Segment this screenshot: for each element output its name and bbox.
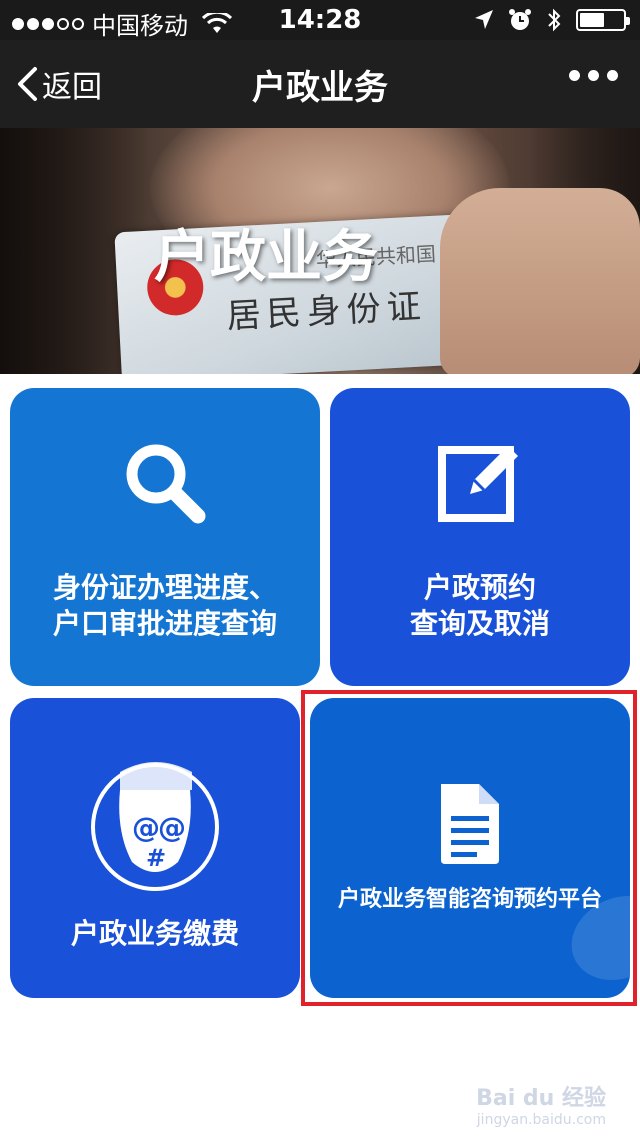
location-icon bbox=[475, 10, 493, 29]
document-icon bbox=[310, 782, 630, 866]
svg-text:@: @ bbox=[132, 811, 160, 844]
battery-icon bbox=[576, 9, 630, 31]
back-button[interactable]: 返回 bbox=[16, 62, 102, 106]
status-right bbox=[474, 8, 630, 32]
more-options-button[interactable] bbox=[569, 70, 618, 81]
appointment-query-cancel-tile[interactable]: 户政预约 查询及取消 bbox=[330, 388, 630, 686]
edit-icon bbox=[330, 434, 630, 526]
smart-consultation-platform-tile[interactable]: 户政业务智能咨询预约平台 bbox=[310, 698, 630, 998]
back-label: 返回 bbox=[42, 70, 102, 105]
watermark-url: jingyan.baidu.com bbox=[476, 1112, 606, 1128]
id-progress-query-tile[interactable]: 身份证办理进度、 户口审批进度查询 bbox=[10, 388, 320, 686]
tile-label-line: 身份证办理进度、 bbox=[52, 571, 277, 604]
tile-label-line: 户政业务智能咨询预约平台 bbox=[337, 887, 602, 912]
watermark-brand: Bai du 经验 bbox=[476, 1086, 606, 1111]
search-icon bbox=[10, 438, 320, 528]
tile-label: 户政业务智能咨询预约平台 bbox=[310, 882, 630, 918]
banner-title: 户政业务 bbox=[154, 225, 378, 290]
tile-label: 户政预约 查询及取消 bbox=[330, 570, 630, 642]
tile-label-line: 查询及取消 bbox=[409, 607, 550, 640]
banner-image: 华人民共和国 居民身份证 户政业务 bbox=[0, 128, 640, 374]
alarm-icon bbox=[509, 9, 531, 30]
face-icon: @ @ # bbox=[10, 742, 300, 902]
status-bar: 中国移动 14:28 bbox=[0, 0, 640, 40]
navigation-bar: 返回 户政业务 bbox=[0, 40, 640, 128]
more-dot bbox=[607, 70, 618, 81]
tile-label-line: 户政业务缴费 bbox=[70, 917, 239, 950]
tile-label: 身份证办理进度、 户口审批进度查询 bbox=[10, 570, 320, 642]
tile-label-line: 户政预约 bbox=[423, 571, 536, 604]
svg-text:@: @ bbox=[158, 811, 186, 844]
bluetooth-icon bbox=[548, 8, 561, 32]
tile-label: 户政业务缴费 bbox=[10, 916, 300, 952]
banner-hand bbox=[440, 188, 640, 374]
svg-text:#: # bbox=[146, 844, 166, 872]
watermark: Bai du 经验 jingyan.baidu.com bbox=[476, 1080, 606, 1128]
household-fee-payment-tile[interactable]: @ @ # 户政业务缴费 bbox=[10, 698, 300, 998]
more-dot bbox=[588, 70, 599, 81]
more-dot bbox=[569, 70, 580, 81]
chevron-left-icon bbox=[18, 67, 37, 101]
tile-label-line: 户口审批进度查询 bbox=[52, 607, 277, 640]
